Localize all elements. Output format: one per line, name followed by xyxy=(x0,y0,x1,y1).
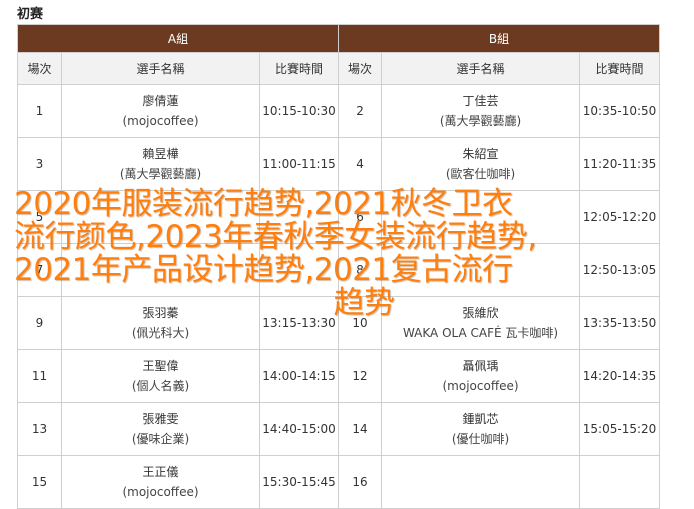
overlay-line: 2021年产品设计趋势,2021复古流行 xyxy=(14,252,513,288)
column-header-time-b: 比賽時間 xyxy=(579,52,661,85)
group-b-header: B組 xyxy=(338,24,661,53)
player-team: (萬大學觀藝廳) xyxy=(439,114,522,128)
column-header-row: 場次 選手名稱 比賽時間 場次 選手名稱 比賽時間 xyxy=(17,52,661,85)
table-row: 1 廖倩蓮 (mojocoffee) 10:15-10:30 2 丁佳芸 (萬大學觀… xyxy=(17,84,661,138)
time-cell: 14:20-14:35 xyxy=(579,349,661,403)
table-row: 11 王聖偉 (個人名義) 14:00-14:15 12 聶佩瑀 (mojocoff… xyxy=(17,349,661,403)
column-header-order-b: 場次 xyxy=(338,52,383,85)
order-cell: 11 xyxy=(17,349,62,403)
player-team: (萬大學觀藝廳) xyxy=(119,167,202,181)
column-header-time-a: 比賽時間 xyxy=(258,52,340,85)
time-cell: 14:00-14:15 xyxy=(258,349,340,403)
order-cell: 2 xyxy=(338,84,383,138)
player-team: WAKA OLA CAFÉ 瓦卡咖啡) xyxy=(402,326,559,340)
player-name: 鍾凱芯 xyxy=(462,412,499,426)
order-cell: 16 xyxy=(338,455,383,509)
time-cell: 15:30-15:45 xyxy=(258,455,340,509)
overlay-line: 流行颜色,2023年春秋季女装流行趋势, xyxy=(14,219,537,255)
player-name: 王聖偉 xyxy=(142,359,179,373)
time-cell: 10:15-10:30 xyxy=(258,84,340,138)
order-cell: 14 xyxy=(338,402,383,456)
player-cell xyxy=(381,455,581,509)
order-cell: 3 xyxy=(17,137,62,191)
player-team: (歐客仕咖啡) xyxy=(445,167,516,181)
player-cell: 丁佳芸 (萬大學觀藝廳) xyxy=(381,84,581,138)
time-cell: 11:20-11:35 xyxy=(579,137,661,191)
column-header-player-b: 選手名稱 xyxy=(381,52,581,85)
group-a-header: A組 xyxy=(16,24,340,53)
table-row: 13 張雅雯 (優味企業) 14:40-15:00 14 鍾凱芯 (優仕咖啡) 15… xyxy=(17,402,661,456)
player-cell: 張雅雯 (優味企業) xyxy=(61,402,260,456)
player-name: 丁佳芸 xyxy=(462,94,499,108)
player-cell: 賴昱樺 (萬大學觀藝廳) xyxy=(61,137,260,191)
player-team: (mojocoffee) xyxy=(122,485,199,499)
player-name: 王正儀 xyxy=(142,465,179,479)
player-team: (優仕咖啡) xyxy=(451,432,510,446)
player-team: (個人名義) xyxy=(131,379,190,393)
page-title: 初赛 xyxy=(17,7,44,22)
order-cell: 12 xyxy=(338,349,383,403)
player-team: (mojocoffee) xyxy=(122,114,199,128)
player-team: (mojocoffee) xyxy=(442,379,519,393)
player-team: (優味企業) xyxy=(131,432,190,446)
player-cell: 王聖偉 (個人名義) xyxy=(61,349,260,403)
player-cell: 廖倩蓮 (mojocoffee) xyxy=(61,84,260,138)
column-header-player-a: 選手名稱 xyxy=(61,52,260,85)
player-cell: 鍾凱芯 (優仕咖啡) xyxy=(381,402,581,456)
player-name: 賴昱樺 xyxy=(142,147,179,161)
overlay-line: 2020年服装流行趋势,2021秋冬卫衣 xyxy=(14,186,513,222)
order-cell: 13 xyxy=(17,402,62,456)
player-name: 朱紹宣 xyxy=(462,147,499,161)
order-cell: 15 xyxy=(17,455,62,509)
table-row: 15 王正儀 (mojocoffee) 15:30-15:45 16 xyxy=(17,455,661,509)
overlay-line: 趋势 xyxy=(333,285,396,321)
watermark-overlay-text: 2020年服装流行趋势,2021秋冬卫衣 流行颜色,2023年春秋季女装流行趋势… xyxy=(14,188,614,320)
player-team: (佩光科大) xyxy=(131,326,190,340)
player-name: 廖倩蓮 xyxy=(142,94,179,108)
order-cell: 1 xyxy=(17,84,62,138)
table-row: 3 賴昱樺 (萬大學觀藝廳) 11:00-11:15 4 朱紹宣 (歐客仕咖啡) 1… xyxy=(17,137,661,191)
player-name: 張雅雯 xyxy=(142,412,179,426)
group-header-row: A組 B組 xyxy=(16,24,661,53)
column-header-order-a: 場次 xyxy=(17,52,62,85)
player-cell: 王正儀 (mojocoffee) xyxy=(61,455,260,509)
player-cell: 朱紹宣 (歐客仕咖啡) xyxy=(381,137,581,191)
order-cell: 4 xyxy=(338,137,383,191)
time-cell: 10:35-10:50 xyxy=(579,84,661,138)
player-name: 聶佩瑀 xyxy=(462,359,499,373)
time-cell xyxy=(579,455,661,509)
time-cell: 14:40-15:00 xyxy=(258,402,340,456)
time-cell: 11:00-11:15 xyxy=(258,137,340,191)
player-cell: 聶佩瑀 (mojocoffee) xyxy=(381,349,581,403)
time-cell: 15:05-15:20 xyxy=(579,402,661,456)
